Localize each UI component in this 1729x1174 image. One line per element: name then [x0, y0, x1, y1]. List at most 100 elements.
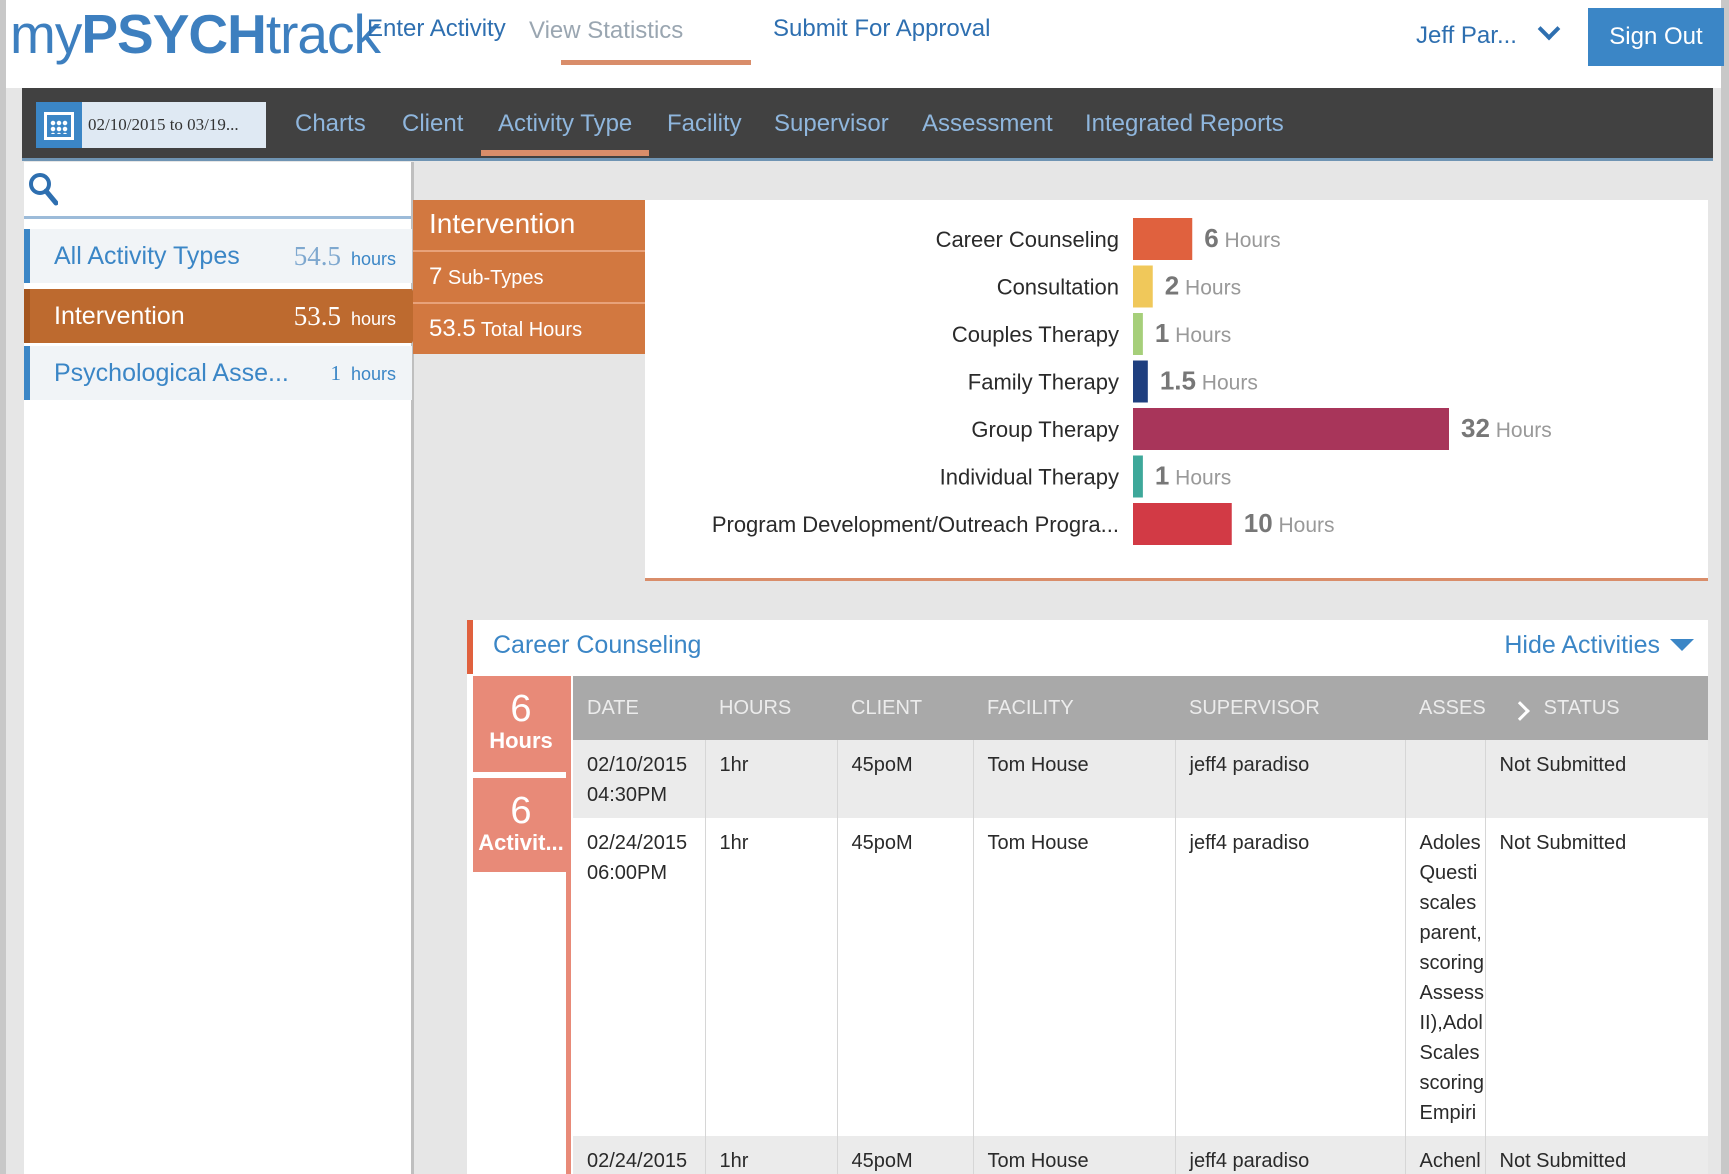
- chart-value-label: 1 Hours: [1155, 318, 1231, 348]
- chart-bar[interactable]: [1133, 218, 1193, 260]
- sidebar-item-all-activity-types[interactable]: All Activity Types 54.5 hours: [24, 229, 412, 283]
- active-tab-underline: [481, 150, 649, 156]
- tab-activity-type[interactable]: Activity Type: [498, 110, 632, 138]
- sign-out-button[interactable]: Sign Out: [1588, 8, 1724, 66]
- cell-facility: Tom House: [973, 1136, 1176, 1174]
- detail-title: Career Counseling: [493, 631, 702, 659]
- cell-status: Not Submitted: [1485, 740, 1708, 818]
- cell-status: Not Submitted: [1485, 1136, 1708, 1174]
- cell-client: 45poM: [837, 818, 974, 1136]
- search-icon[interactable]: [28, 172, 58, 206]
- cell-facility: Tom House: [973, 740, 1176, 818]
- summary-title: Intervention: [413, 200, 645, 252]
- chart-value-label: 6 Hours: [1204, 223, 1280, 253]
- cell-date: 02/24/2015 06:00PM: [573, 818, 706, 1136]
- user-name: Jeff Par...: [1416, 22, 1517, 49]
- col-hours[interactable]: HOURS: [705, 676, 837, 740]
- col-status[interactable]: STATUS: [1485, 676, 1708, 740]
- cell-hours: 1hr: [705, 1136, 838, 1174]
- sidebar-item-intervention[interactable]: Intervention 53.5 hours: [24, 289, 426, 343]
- col-assessment[interactable]: ASSES: [1405, 676, 1485, 740]
- tab-client[interactable]: Client: [402, 110, 463, 138]
- cell-assessment: Adoles Questi scales parent, scoring Assess II…: [1405, 818, 1486, 1136]
- table-header-row: DATE HOURS CLIENT FACILITY SUPERVISOR AS…: [573, 676, 1708, 740]
- summary-total-hours: 53.5 Total Hours: [413, 302, 645, 352]
- chart-value-label: 2 Hours: [1165, 271, 1241, 301]
- detail-stats: 6 Hours 6 Activit...: [473, 676, 573, 1174]
- chart-category-label: Individual Therapy: [940, 465, 1119, 490]
- cell-facility: Tom House: [973, 818, 1176, 1136]
- chart-value-label: 1 Hours: [1155, 461, 1231, 491]
- chart-value-label: 10 Hours: [1244, 508, 1335, 538]
- cell-supervisor: jeff4 paradiso: [1175, 818, 1406, 1136]
- chart-bar[interactable]: [1133, 360, 1148, 403]
- cell-status: Not Submitted: [1485, 818, 1708, 1136]
- nav-enter-activity[interactable]: Enter Activity: [367, 14, 506, 44]
- tab-supervisor[interactable]: Supervisor: [774, 110, 889, 138]
- cell-hours: 1hr: [705, 740, 838, 818]
- date-range-picker[interactable]: 02/10/2015 to 03/19...: [36, 102, 266, 148]
- hide-activities-toggle[interactable]: Hide Activities: [1504, 631, 1694, 660]
- cell-client: 45poM: [837, 740, 974, 818]
- nav-view-statistics[interactable]: View Statistics: [529, 16, 683, 46]
- chart-bar[interactable]: [1133, 455, 1143, 498]
- chart-category-label: Consultation: [997, 275, 1119, 300]
- sidebar-item-hours: 1 hours: [330, 360, 396, 385]
- detail-header: Career Counseling Hide Activities: [467, 620, 1708, 674]
- app-logo[interactable]: myPSYCHtrack: [10, 4, 381, 64]
- chart-bar[interactable]: [1133, 408, 1449, 450]
- stats-toolbar: 02/10/2015 to 03/19... Charts Client Act…: [22, 88, 1713, 161]
- activity-detail-panel: Career Counseling Hide Activities 6 Hour…: [467, 620, 1708, 1174]
- col-date[interactable]: DATE: [573, 676, 705, 740]
- sidebar-item-hours: 54.5 hours: [293, 240, 396, 271]
- chart-category-label: Career Counseling: [936, 227, 1119, 252]
- cell-supervisor: jeff4 paradiso: [1175, 1136, 1406, 1174]
- chart-bar[interactable]: [1133, 313, 1143, 355]
- col-client[interactable]: CLIENT: [837, 676, 973, 740]
- sidebar-item-label: Psychological Asse...: [54, 358, 289, 387]
- table-row[interactable]: 02/10/2015 04:30PM 1hr 45poM Tom House jeff4 …: [573, 740, 1708, 818]
- top-header: myPSYCHtrack Enter Activity View Statist…: [6, 0, 1724, 88]
- caret-down-icon: [1670, 639, 1694, 651]
- chevron-right-icon[interactable]: [1510, 700, 1530, 721]
- window-frame-right: [1721, 0, 1729, 1174]
- cell-date: 02/24/2015: [573, 1136, 706, 1174]
- chart-value-label: 1.5 Hours: [1160, 366, 1258, 396]
- tab-integrated-reports[interactable]: Integrated Reports: [1085, 110, 1284, 138]
- subtype-hours-chart: Career Counseling 6 Hours Consultation 2 Ho…: [645, 200, 1708, 581]
- table-row[interactable]: 02/24/2015 1hr 45poM Tom House jeff4 paradis…: [573, 1136, 1708, 1174]
- sidebar-item-hours: 53.5 hours: [293, 300, 396, 331]
- chevron-down-icon: [1537, 17, 1561, 41]
- cell-client: 45poM: [837, 1136, 974, 1174]
- chart-category-label: Group Therapy: [971, 417, 1119, 442]
- activities-stat: 6 Activit...: [473, 778, 569, 872]
- tab-facility[interactable]: Facility: [667, 110, 742, 138]
- sidebar-item-psychological-assessment[interactable]: Psychological Asse... 1 hours: [24, 346, 412, 400]
- table-row[interactable]: 02/24/2015 06:00PM 1hr 45poM Tom House jeff4 …: [573, 818, 1708, 1136]
- cell-date: 02/10/2015 04:30PM: [573, 740, 706, 818]
- chart-bar[interactable]: [1133, 503, 1232, 545]
- chart-bar[interactable]: [1133, 265, 1153, 308]
- col-facility[interactable]: FACILITY: [973, 676, 1175, 740]
- date-range-text: 02/10/2015 to 03/19...: [88, 115, 239, 134]
- tab-charts[interactable]: Charts: [295, 110, 366, 138]
- chart-value-label: 32 Hours: [1461, 413, 1552, 443]
- calendar-icon[interactable]: [36, 102, 82, 148]
- window-frame-left: [0, 0, 6, 1174]
- cell-assessment: [1405, 740, 1486, 818]
- activity-type-sidebar: All Activity Types 54.5 hours Interventi…: [24, 162, 426, 1174]
- chart-category-label: Couples Therapy: [952, 322, 1119, 347]
- col-supervisor[interactable]: SUPERVISOR: [1175, 676, 1405, 740]
- active-nav-underline: [561, 60, 751, 65]
- activities-table: DATE HOURS CLIENT FACILITY SUPERVISOR AS…: [573, 676, 1708, 1174]
- user-menu[interactable]: Jeff Par...: [1416, 17, 1561, 50]
- hours-stat: 6 Hours: [473, 676, 569, 772]
- summary-subtypes: 7 Sub-Types: [429, 263, 544, 290]
- intervention-summary-card: Intervention 7 Sub-Types 53.5 Total Hour…: [413, 200, 645, 354]
- nav-submit-for-approval[interactable]: Submit For Approval: [773, 14, 990, 44]
- cell-assessment: Achenl: [1405, 1136, 1486, 1174]
- sidebar-search[interactable]: [24, 162, 411, 219]
- tab-assessment[interactable]: Assessment: [922, 110, 1053, 138]
- cell-supervisor: jeff4 paradiso: [1175, 740, 1406, 818]
- bar-chart-svg: Career Counseling 6 Hours Consultation 2 Ho…: [712, 218, 1552, 545]
